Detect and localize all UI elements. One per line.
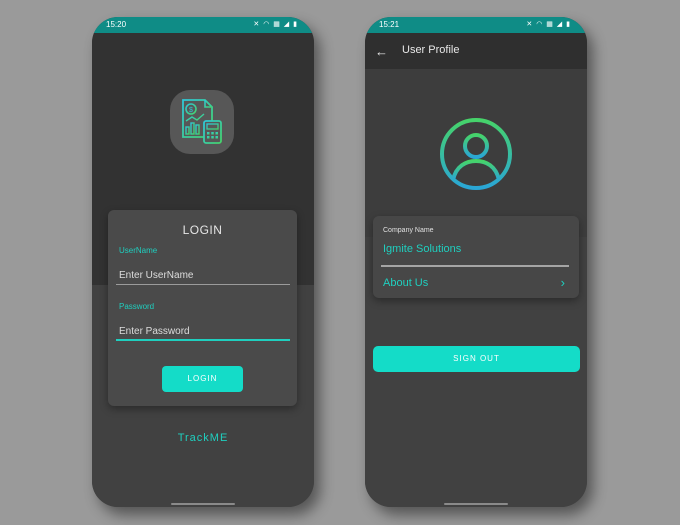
about-us-label: About Us <box>383 277 429 289</box>
brand-name: TrackME <box>177 432 229 444</box>
profile-screen: 15:21 ✕ ◠ ▦ ◢ ▮ ← User Profile Company N… <box>365 17 587 507</box>
sign-out-button[interactable]: SIGN OUT <box>373 346 580 372</box>
app-logo: $ <box>170 90 234 154</box>
username-input[interactable] <box>118 267 291 283</box>
svg-text:$: $ <box>189 107 193 114</box>
password-label: Password <box>119 302 155 311</box>
status-bar: 15:21 ✕ ◠ ▦ ◢ ▮ <box>365 17 587 33</box>
username-underline <box>116 284 290 285</box>
company-name-label: Company Name <box>383 227 434 234</box>
home-indicator[interactable] <box>444 503 508 505</box>
status-icons: ✕ ◠ ▦ ◢ ▮ <box>253 21 298 28</box>
status-time: 15:20 <box>106 20 127 29</box>
login-screen: 15:20 ✕ ◠ ▦ ◢ ▮ $ LOGIN UserName Enter U… <box>92 17 314 507</box>
app-bar <box>365 33 587 69</box>
status-bar: 15:20 ✕ ◠ ▦ ◢ ▮ <box>92 17 314 33</box>
company-name-value: Igmite Solutions <box>383 243 462 255</box>
login-button[interactable]: LOGIN <box>162 366 243 392</box>
login-title: LOGIN <box>182 223 223 237</box>
chevron-right-icon: › <box>560 275 565 290</box>
finance-report-icon: $ <box>182 99 222 144</box>
password-input[interactable] <box>118 323 291 339</box>
status-icons: ✕ ◠ ▦ ◢ ▮ <box>526 21 571 28</box>
status-time: 15:21 <box>379 20 400 29</box>
user-avatar-icon <box>440 118 512 190</box>
about-us-row[interactable]: About Us › <box>373 272 579 296</box>
profile-card: Company Name Igmite Solutions About Us › <box>373 216 579 298</box>
home-indicator[interactable] <box>171 503 235 505</box>
password-underline <box>116 339 290 341</box>
company-underline <box>381 265 569 267</box>
login-card: LOGIN UserName Password LOGIN <box>108 210 297 406</box>
username-label: UserName <box>119 246 158 255</box>
page-title: User Profile <box>402 44 460 56</box>
back-arrow-icon[interactable]: ← <box>375 44 388 59</box>
